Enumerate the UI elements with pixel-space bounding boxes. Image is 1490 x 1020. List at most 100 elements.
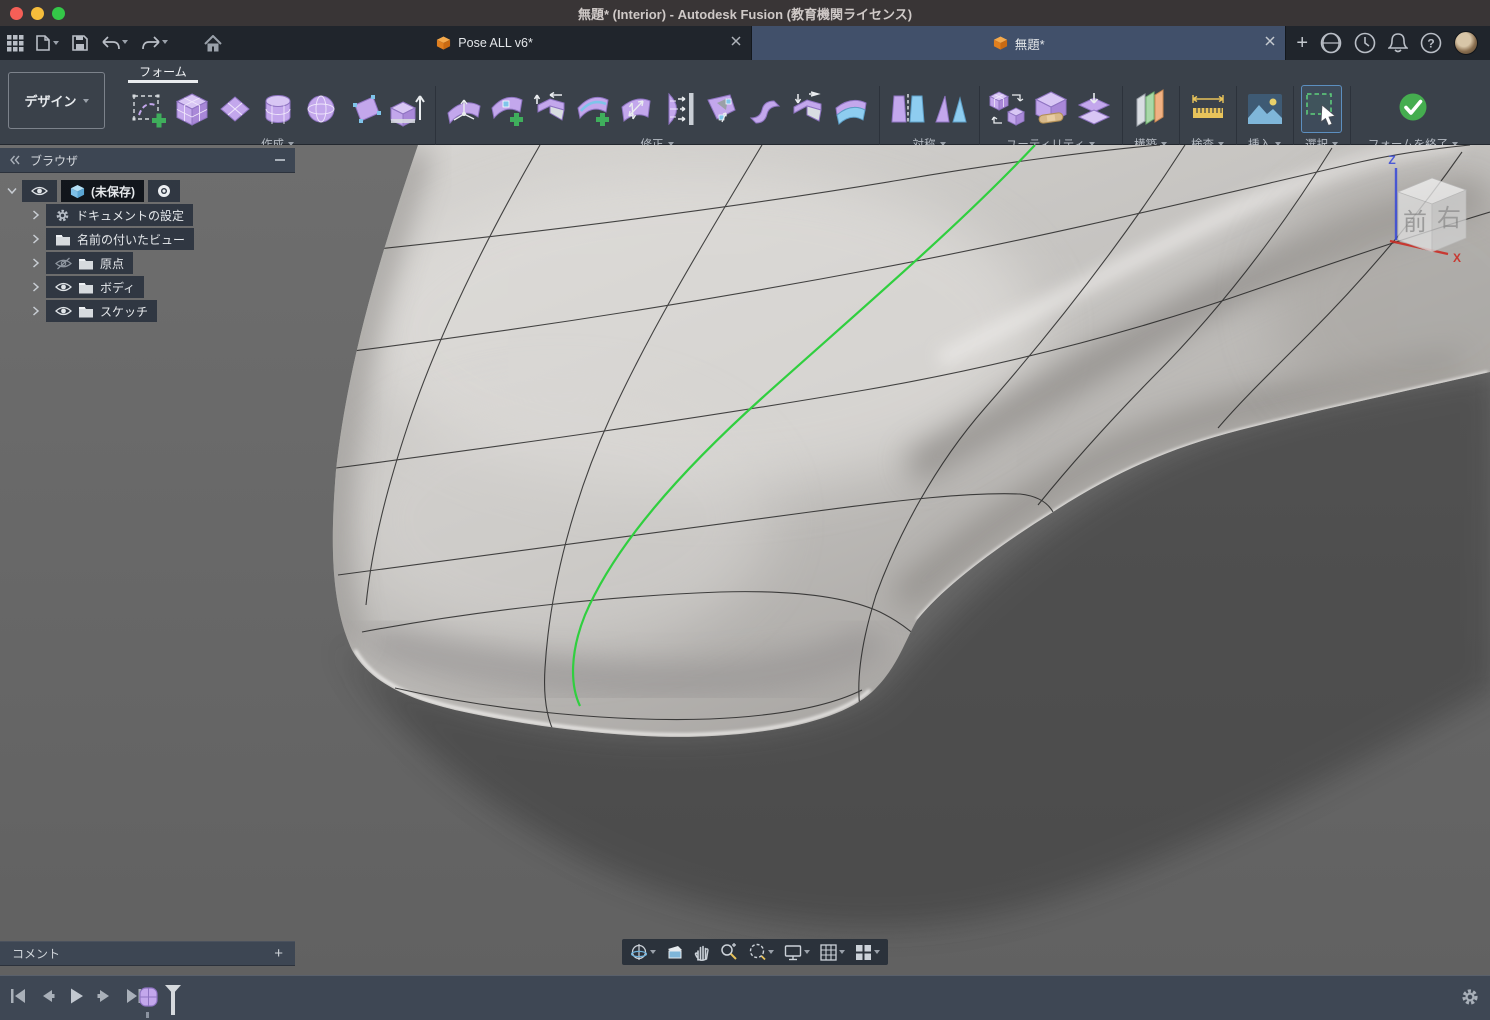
collapse-panel-icon[interactable]: [10, 155, 20, 165]
chevron-down-icon: [804, 950, 810, 954]
repair-body-icon[interactable]: [1030, 85, 1071, 133]
eye-icon[interactable]: [55, 281, 72, 293]
active-document-badge[interactable]: [148, 180, 180, 202]
help-icon[interactable]: ?: [1420, 32, 1442, 54]
unweld-edges-icon[interactable]: [744, 85, 785, 133]
pan-icon[interactable]: [692, 942, 712, 962]
chevron-collapsed-icon[interactable]: [30, 258, 42, 268]
minimize-panel-icon[interactable]: [275, 158, 285, 162]
finish-form-icon[interactable]: [1358, 85, 1468, 133]
convert-icon[interactable]: [987, 85, 1028, 133]
insert-point-icon[interactable]: [486, 85, 527, 133]
gear-icon: [55, 208, 70, 223]
tab-untitled[interactable]: 無題*: [752, 26, 1286, 60]
display-settings-icon[interactable]: [782, 943, 812, 962]
insert-edge-icon[interactable]: [572, 85, 613, 133]
circular-internal-icon[interactable]: [930, 85, 971, 133]
look-at-icon[interactable]: [664, 943, 686, 961]
globe-icon[interactable]: [1320, 32, 1342, 54]
timeline-settings-gear-icon[interactable]: [1460, 987, 1480, 1007]
merge-edge-icon[interactable]: [529, 85, 570, 133]
tab-pose-all-v6[interactable]: Pose ALL v6*: [218, 26, 752, 60]
mirror-internal-icon[interactable]: [887, 85, 928, 133]
viewports-icon[interactable]: [853, 943, 882, 962]
edit-form-icon[interactable]: [443, 85, 484, 133]
close-tab-icon[interactable]: [1265, 36, 1275, 46]
comments-bar[interactable]: コメント +: [0, 941, 295, 966]
tree-row-document[interactable]: (未保存): [6, 179, 295, 203]
tree-row-named-views[interactable]: 名前の付いたビュー: [30, 227, 295, 251]
user-avatar[interactable]: [1454, 31, 1478, 55]
construct-plane-icon[interactable]: [1130, 85, 1171, 133]
form-feature-icon[interactable]: [138, 985, 160, 1009]
uncrease-icon[interactable]: [830, 85, 871, 133]
group-finish-form: フォームを終了: [1350, 84, 1476, 152]
make-uniform-icon[interactable]: [1073, 85, 1114, 133]
context-tab-form[interactable]: フォーム: [128, 63, 198, 80]
tree-row-document-settings[interactable]: ドキュメントの設定: [30, 203, 295, 227]
measure-icon[interactable]: [1187, 85, 1228, 133]
workspace-selector[interactable]: デザイン: [8, 72, 105, 129]
subdivide-icon[interactable]: [615, 85, 656, 133]
close-tab-icon[interactable]: [731, 36, 741, 46]
document-node[interactable]: (未保存): [61, 180, 144, 202]
face-tool-icon[interactable]: [343, 85, 384, 133]
bell-icon[interactable]: [1388, 32, 1408, 54]
chevron-down-icon: [768, 950, 774, 954]
clock-icon[interactable]: [1354, 32, 1376, 54]
add-comment-button[interactable]: +: [274, 945, 283, 962]
cylinder-primitive-icon[interactable]: [257, 85, 298, 133]
chevron-collapsed-icon[interactable]: [30, 210, 42, 220]
extrude-tool-icon[interactable]: [386, 85, 427, 133]
chevron-collapsed-icon[interactable]: [30, 282, 42, 292]
eye-icon[interactable]: [55, 305, 72, 317]
chevron-down-icon: [83, 99, 89, 103]
browser-header: ブラウザ: [0, 148, 295, 173]
timeline-track: [138, 985, 183, 1015]
sphere-primitive-icon[interactable]: [300, 85, 341, 133]
new-tab-button[interactable]: +: [1296, 33, 1308, 53]
fit-icon[interactable]: [746, 942, 776, 962]
tree-item-label: スケッチ: [100, 303, 148, 320]
step-back-icon[interactable]: [37, 986, 57, 1006]
group-insert: 挿入: [1236, 84, 1293, 152]
quick-access-toolbar: [0, 29, 218, 57]
save-icon[interactable]: [69, 29, 91, 57]
zoom-icon[interactable]: [718, 942, 740, 962]
tree-row-bodies[interactable]: ボディ: [30, 275, 295, 299]
grid-display-icon[interactable]: [818, 943, 847, 962]
tree-row-origin[interactable]: 原点: [30, 251, 295, 275]
browser-tree: (未保存) ドキュメントの設定 名前の付いたビュー 原点: [0, 173, 295, 323]
document-visibility-toggle[interactable]: [22, 180, 57, 202]
step-forward-icon[interactable]: [95, 986, 115, 1006]
document-label: (未保存): [91, 183, 135, 200]
undo-icon[interactable]: [97, 29, 131, 57]
create-sketch-icon[interactable]: [128, 85, 169, 133]
workspace-label: デザイン: [24, 91, 76, 110]
insert-image-icon[interactable]: [1244, 85, 1285, 133]
timeline-playhead[interactable]: [163, 985, 183, 1015]
tree-row-sketches[interactable]: スケッチ: [30, 299, 295, 323]
match-icon[interactable]: [658, 85, 699, 133]
select-marquee-icon[interactable]: [1301, 85, 1342, 133]
chevron-collapsed-icon[interactable]: [30, 234, 42, 244]
redo-icon[interactable]: [137, 29, 171, 57]
box-primitive-icon[interactable]: [171, 85, 212, 133]
chevron-collapsed-icon[interactable]: [30, 306, 42, 316]
folder-icon: [78, 305, 94, 318]
interpolate-icon[interactable]: [701, 85, 742, 133]
chevron-expanded-icon[interactable]: [6, 187, 18, 195]
plane-primitive-icon[interactable]: [214, 85, 255, 133]
data-panel-grid-icon[interactable]: [4, 29, 27, 57]
eye-off-icon[interactable]: [55, 257, 72, 270]
play-icon[interactable]: [66, 986, 86, 1006]
group-utilities: ユーティリティ: [979, 84, 1122, 152]
tree-item-label: 原点: [100, 255, 124, 272]
axis-z-label: Z: [1388, 153, 1395, 167]
orbit-icon[interactable]: [628, 942, 658, 962]
go-to-start-icon[interactable]: [8, 986, 28, 1006]
crease-icon[interactable]: [787, 85, 828, 133]
group-symmetry: 対称: [879, 84, 979, 152]
group-create: 作成: [120, 84, 435, 152]
file-menu-icon[interactable]: [33, 29, 63, 57]
